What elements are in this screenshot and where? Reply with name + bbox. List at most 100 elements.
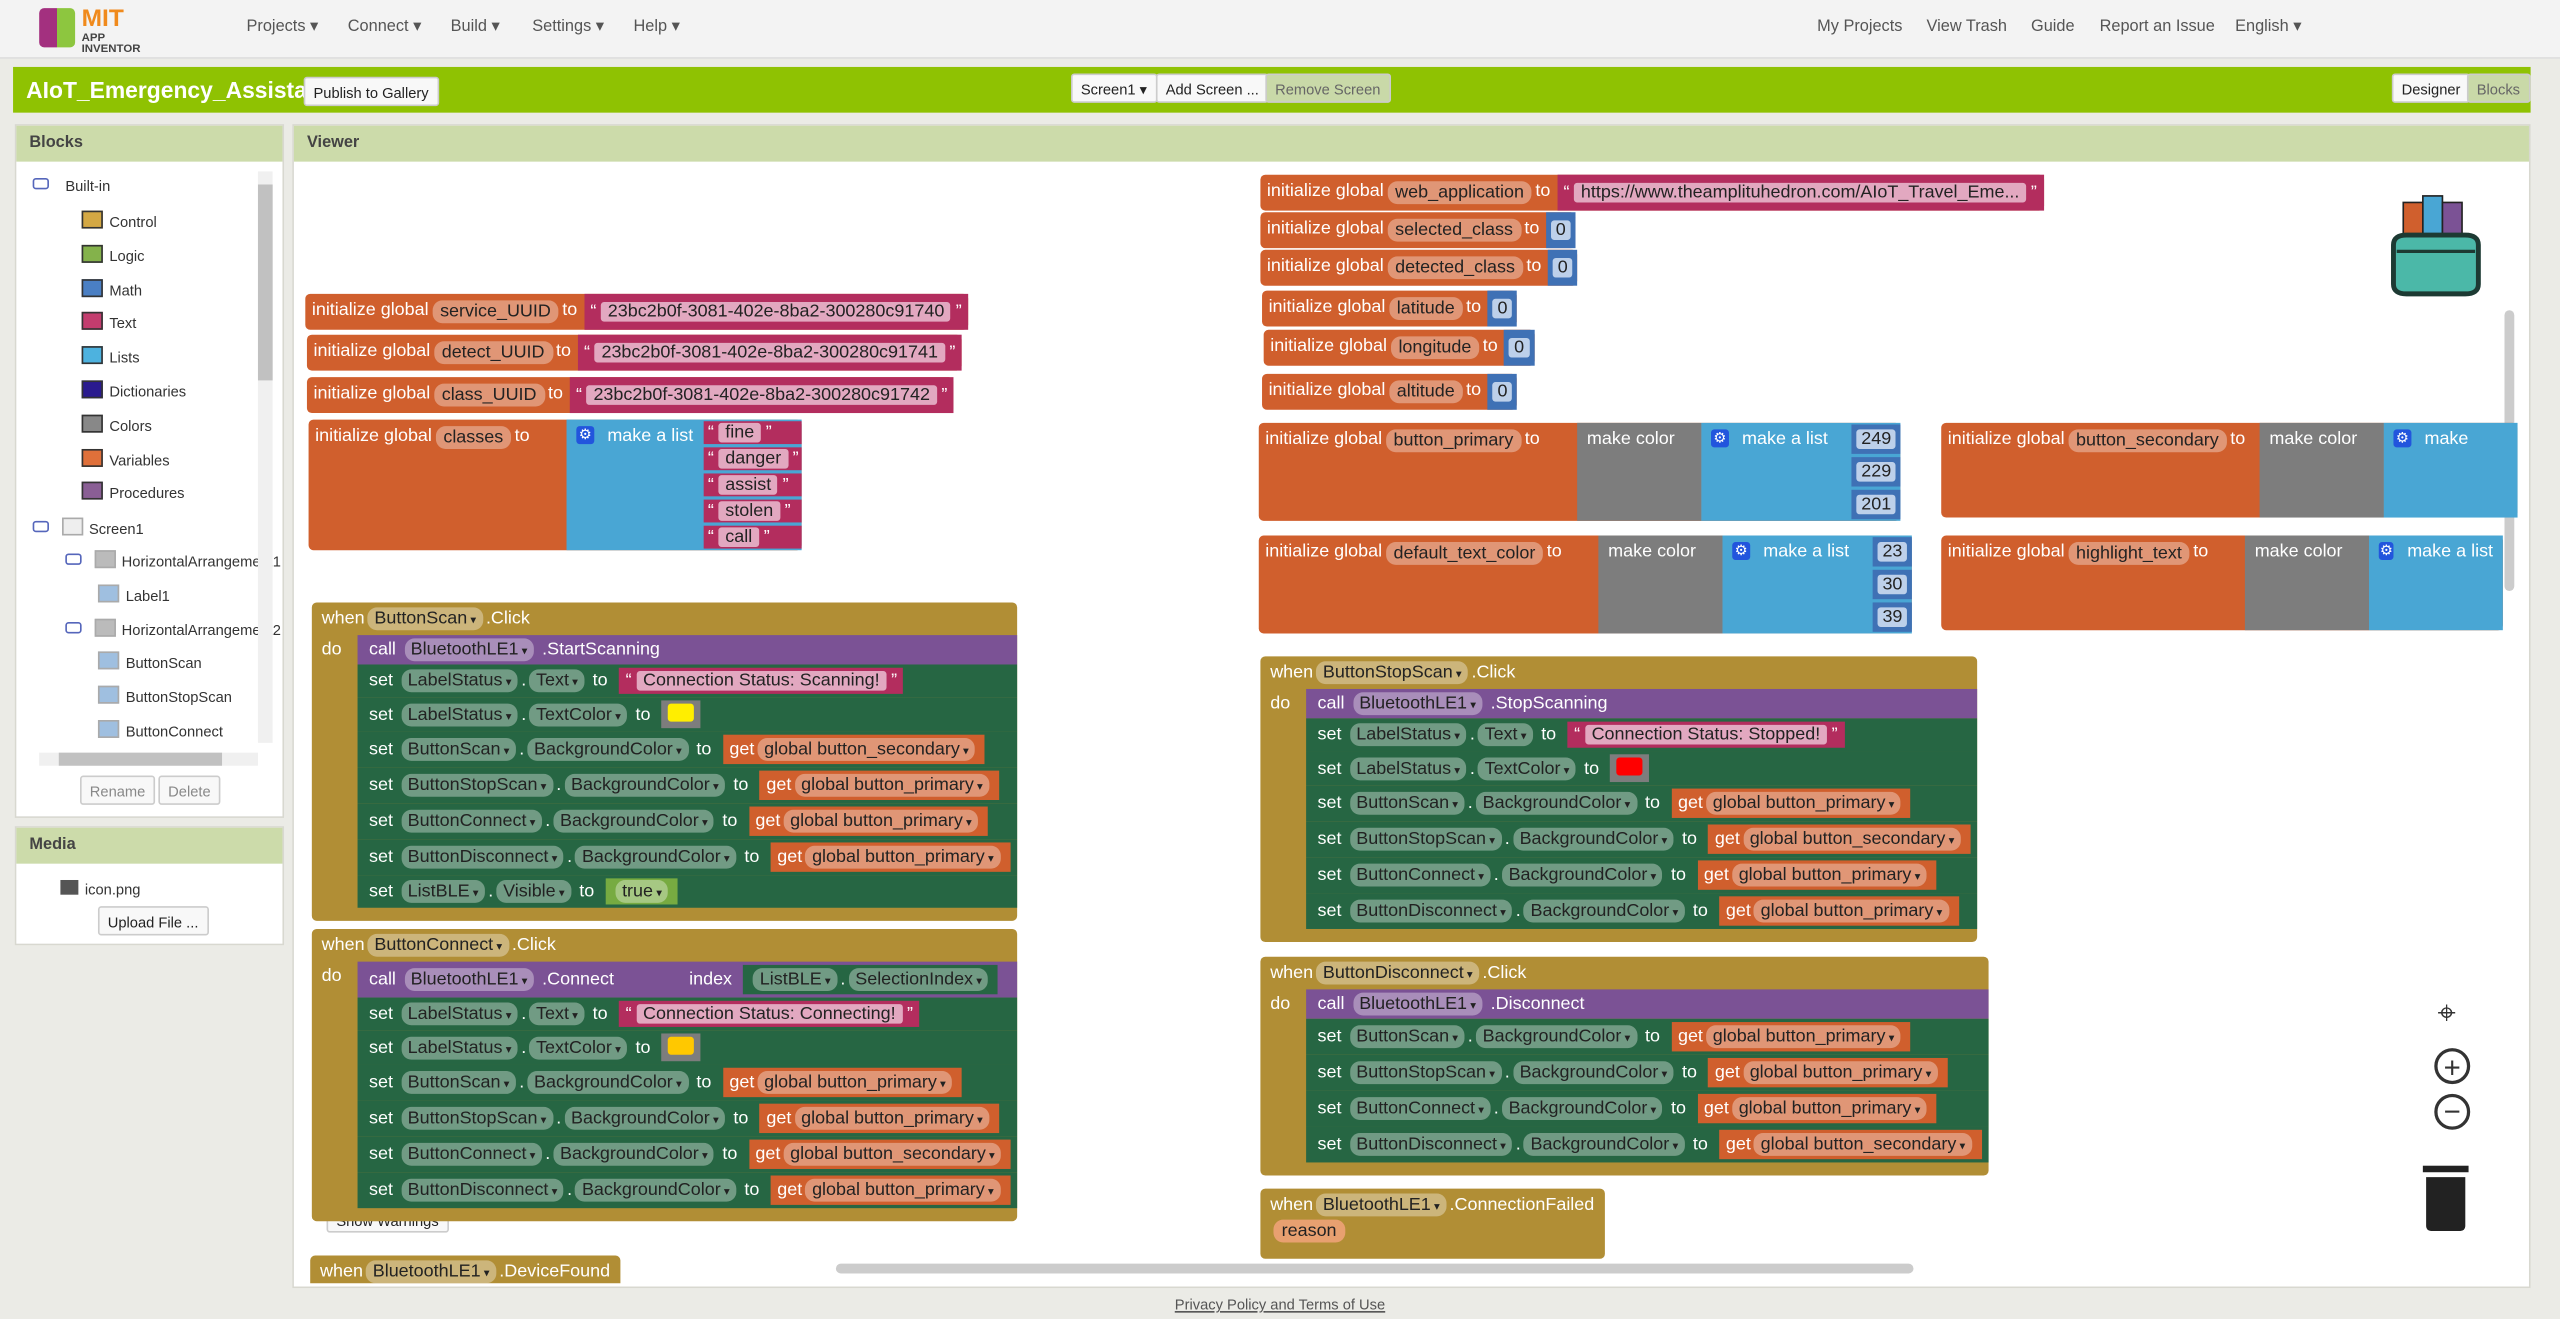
privacy-policy-link[interactable]: Privacy Policy and Terms of Use (0, 1290, 2560, 1319)
global-longitude-block[interactable]: initialize global longitude to 0 (1263, 329, 1534, 366)
component-dropdown[interactable]: ButtonStopScan (1349, 1061, 1502, 1085)
component-dropdown[interactable]: ButtonScan (367, 607, 483, 631)
color-component-value[interactable]: 39 (1877, 607, 1908, 627)
component-dropdown[interactable]: LabelStatus (401, 1002, 518, 1026)
global-detect_UUID-block[interactable]: initialize global detect_UUID to “23bc2b0f-… (306, 334, 962, 371)
component-dropdown[interactable]: BluetoothLE1 (1316, 1193, 1447, 1217)
component-dropdown[interactable]: ListBLE (401, 879, 486, 903)
number-value[interactable]: 0 (1492, 382, 1513, 402)
variable-dropdown[interactable]: global button_primary (783, 809, 979, 833)
set-property-block[interactable]: setButtonConnect.BackgroundColortogetglo… (1306, 857, 1978, 894)
color-block[interactable] (661, 1033, 702, 1062)
category-logic[interactable]: Logic (81, 244, 145, 264)
designer-button[interactable]: Designer (2391, 73, 2471, 103)
text-value[interactable]: Connection Status: Scanning! (636, 671, 887, 691)
menu-help[interactable]: Help ▾ (633, 18, 679, 36)
property-dropdown[interactable]: TextColor (529, 1035, 628, 1059)
color-component-value[interactable]: 201 (1856, 494, 1897, 515)
color-block[interactable] (1610, 754, 1650, 783)
component-dropdown[interactable]: LabelStatus (401, 702, 518, 726)
menu-build[interactable]: Build ▾ (451, 18, 500, 36)
variable-name[interactable]: selected_class (1387, 218, 1522, 242)
variable-dropdown[interactable]: global button_secondary (757, 737, 976, 761)
component-horizontalarrangement2[interactable]: HorizontalArrangement2 (65, 618, 281, 638)
variable-dropdown[interactable]: global button_primary (757, 1071, 953, 1094)
category-control[interactable]: Control (81, 210, 157, 230)
text-value[interactable]: https://www.theamplituhedron.com/AIoT_Tr… (1574, 182, 2026, 203)
text-value[interactable]: 23bc2b0f-3081-402e-8ba2-300280c91740 (601, 302, 951, 322)
variable-dropdown[interactable]: global button_primary (1732, 863, 1927, 887)
component-buttonstopscan[interactable]: ButtonStopScan (97, 685, 232, 705)
delete-button[interactable]: Delete (158, 775, 221, 805)
component-dropdown[interactable]: BluetoothLE1 (1352, 992, 1483, 1016)
set-property-block[interactable]: setLabelStatus.Textto“Connection Status:… (1306, 718, 1978, 752)
variable-dropdown[interactable]: global button_primary (1754, 899, 1949, 923)
menu-settings[interactable]: Settings ▾ (532, 18, 604, 36)
blocks-workspace[interactable]: ⌖ + − ⚠ ✖ Show Warnings initialize globa… (300, 163, 2526, 1284)
property-dropdown[interactable]: Text (529, 669, 585, 693)
list-item-text[interactable]: call (718, 527, 759, 547)
property-dropdown[interactable]: BackgroundColor (1513, 827, 1674, 851)
component-dropdown[interactable]: ButtonConnect (1349, 1097, 1491, 1120)
color-component-value[interactable]: 23 (1877, 542, 1908, 562)
publish-to-gallery-button[interactable]: Publish to Gallery (303, 76, 439, 107)
color-component-value[interactable]: 30 (1877, 574, 1908, 595)
set-property-block[interactable]: setLabelStatus.Textto“Connection Status:… (357, 664, 1017, 698)
property-dropdown[interactable]: BackgroundColor (1476, 791, 1637, 815)
list-item-text[interactable]: danger (718, 448, 788, 469)
set-property-block[interactable]: setButtonDisconnect.BackgroundColortoget… (1306, 893, 1978, 929)
label[interactable]: true (615, 879, 669, 903)
set-property-block[interactable]: setListBLE.Visibletotrue (357, 875, 1017, 908)
set-property-block[interactable]: setButtonStopScan.BackgroundColortogetgl… (357, 767, 1017, 804)
component-dropdown[interactable]: ButtonScan (1349, 791, 1465, 815)
property-dropdown[interactable]: BackgroundColor (564, 1106, 726, 1130)
property-dropdown[interactable]: Text (1478, 723, 1534, 747)
component-dropdown[interactable]: ButtonStopScan (401, 1106, 553, 1130)
set-property-block[interactable]: setButtonDisconnect.BackgroundColortoget… (1306, 1126, 1989, 1163)
property-dropdown[interactable]: TextColor (1478, 756, 1576, 780)
upload-file-button[interactable]: Upload File ... (97, 906, 209, 936)
component-dropdown[interactable]: ButtonScan (401, 737, 516, 761)
number-value[interactable]: 0 (1552, 257, 1573, 278)
set-property-block[interactable]: setButtonConnect.BackgroundColortogetglo… (357, 803, 1017, 840)
property-dropdown[interactable]: BackgroundColor (1523, 899, 1685, 923)
event-ButtonStopScan-Click-block[interactable]: whenButtonStopScan.ClickdocallBluetoothL… (1260, 656, 1978, 943)
property-dropdown[interactable]: BackgroundColor (527, 1071, 689, 1094)
variable-name[interactable]: detect_UUID (433, 341, 553, 365)
list-item-text[interactable]: assist (718, 475, 778, 495)
mutator-gear-icon[interactable]: ⚙ (2393, 429, 2412, 448)
set-property-block[interactable]: setButtonScan.BackgroundColortogetglobal… (1306, 785, 1978, 822)
trash-icon[interactable] (2422, 1165, 2469, 1232)
set-property-block[interactable]: setButtonScan.BackgroundColortogetglobal… (1306, 1018, 1989, 1055)
nav-view-trash[interactable]: View Trash (1927, 18, 2007, 36)
variable-name[interactable]: button_secondary (2067, 429, 2227, 453)
nav-my-projects[interactable]: My Projects (1817, 18, 1902, 36)
variable-dropdown[interactable]: global button_secondary (1754, 1133, 1972, 1156)
global-detected_class-block[interactable]: initialize global detected_class to 0 (1260, 249, 1578, 286)
mutator-gear-icon[interactable]: ⚙ (1732, 542, 1751, 560)
property-dropdown[interactable]: Visible (496, 879, 572, 903)
component-dropdown[interactable]: ButtonConnect (367, 933, 509, 957)
list-item-text[interactable]: stolen (718, 501, 780, 521)
global-class_UUID-block[interactable]: initialize global class_UUID to “23bc2b0f-3… (306, 377, 954, 414)
tree-horizontal-scrollbar[interactable] (39, 752, 258, 766)
property-dropdown[interactable]: BackgroundColor (1502, 863, 1663, 887)
property-dropdown[interactable]: BackgroundColor (564, 773, 726, 797)
text-value[interactable]: Connection Status: Stopped! (1585, 724, 1827, 745)
component-dropdown[interactable]: ButtonStopScan (1316, 661, 1469, 685)
screen1-node[interactable]: Screen1 (32, 517, 144, 537)
zoom-out-icon[interactable]: − (2434, 1093, 2471, 1130)
number-value[interactable]: 0 (1550, 220, 1571, 240)
variable-name[interactable]: longitude (1390, 336, 1480, 360)
component-buttonconnect[interactable]: ButtonConnect (97, 719, 223, 740)
category-math[interactable]: Math (81, 278, 142, 298)
global-service_UUID-block[interactable]: initialize global service_UUID to “23bc2b0f… (305, 293, 969, 330)
category-colors[interactable]: Colors (81, 414, 152, 434)
variable-dropdown[interactable]: global button_secondary (1743, 827, 1961, 851)
text-value[interactable]: Connection Status: Connecting! (636, 1004, 903, 1024)
set-property-block[interactable]: setButtonDisconnect.BackgroundColortoget… (357, 1172, 1018, 1209)
category-variables[interactable]: Variables (81, 448, 170, 468)
variable-name[interactable]: classes (435, 426, 512, 449)
component-dropdown[interactable]: LabelStatus (1349, 756, 1467, 780)
variable-dropdown[interactable]: global button_primary (1706, 1025, 1901, 1049)
